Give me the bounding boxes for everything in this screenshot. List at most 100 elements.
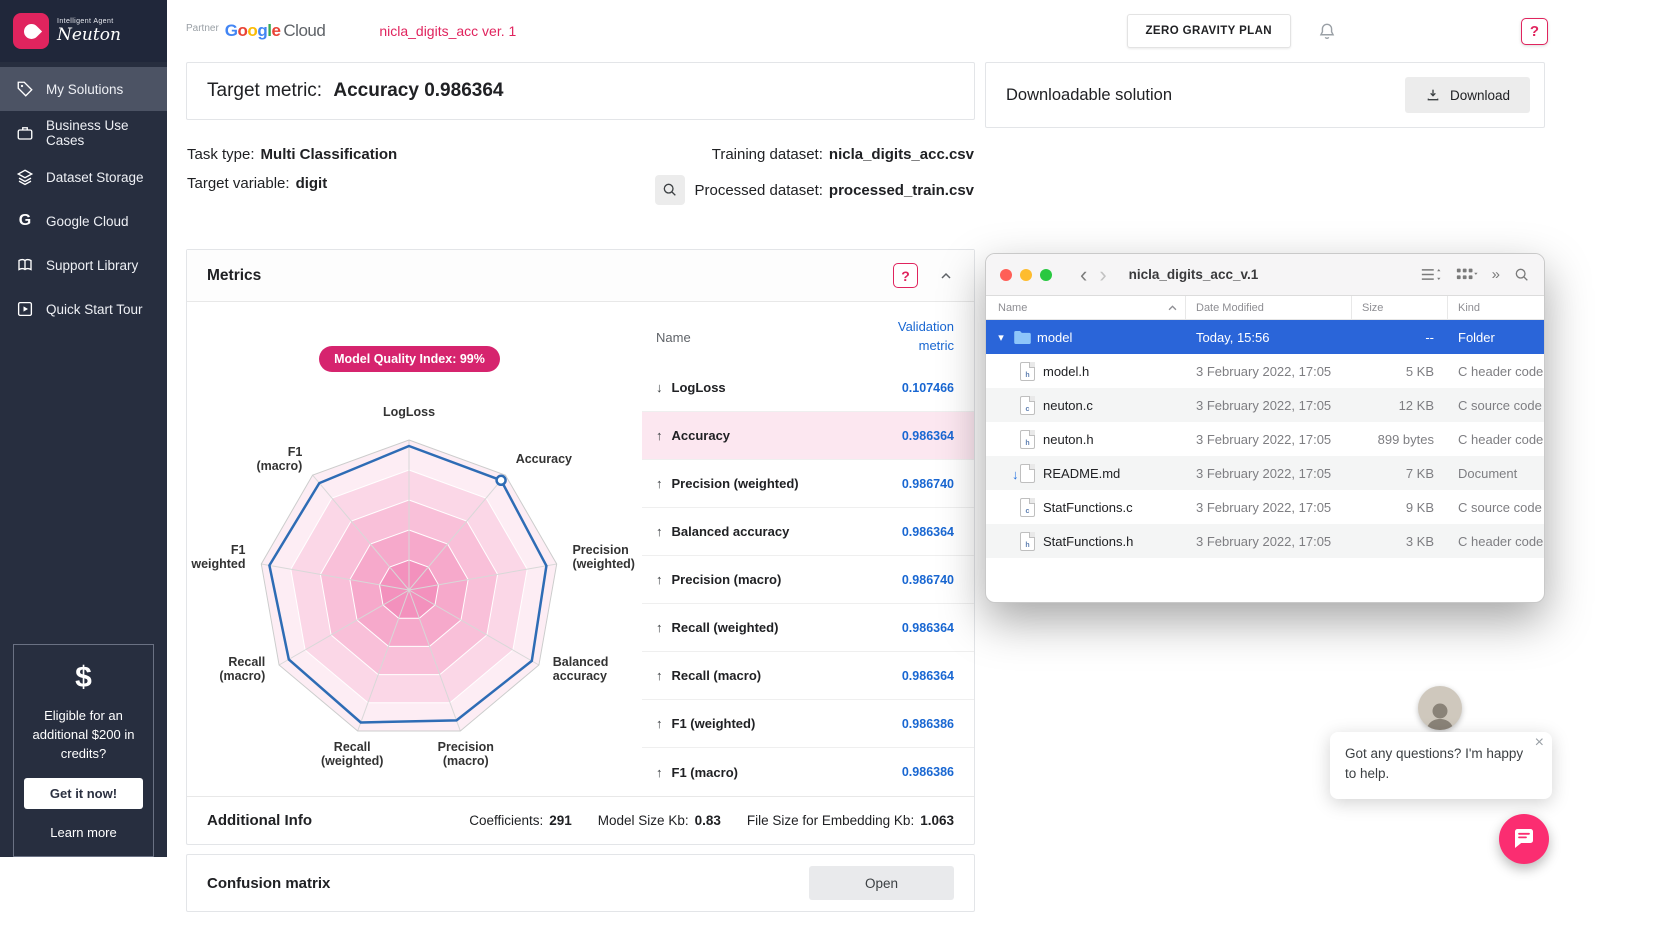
- radar-chart-svg: LogLossAccuracyPrecision(weighted)Balanc…: [187, 382, 632, 782]
- finder-toolbar: ‹ › nicla_digits_acc_v.1 »: [986, 254, 1544, 296]
- file-icon: h: [1020, 532, 1035, 551]
- metric-value: 0.986364: [902, 525, 954, 539]
- sidebar-nav: My Solutions Business Use Cases Dataset …: [0, 67, 167, 331]
- search-dataset-button[interactable]: [655, 175, 685, 205]
- download-badge-icon: ↓: [1012, 467, 1019, 482]
- metric-row[interactable]: ↑Precision (weighted)0.986740: [642, 460, 974, 508]
- sidebar-item-support-library[interactable]: Support Library: [0, 243, 167, 287]
- tag-icon: [15, 79, 35, 99]
- window-zoom-button[interactable]: [1040, 269, 1052, 281]
- metrics-value-header[interactable]: Validation metric: [874, 318, 954, 356]
- download-card: Downloadable solution Download: [985, 62, 1545, 128]
- sidebar: Intelligent Agent Neuton My Solutions Bu…: [0, 0, 167, 857]
- chat-bubble: × Got any questions? I'm happy to help.: [1330, 732, 1552, 799]
- help-button[interactable]: ?: [1521, 18, 1548, 45]
- bell-icon[interactable]: [1317, 21, 1337, 41]
- learn-more-link[interactable]: Learn more: [24, 825, 143, 840]
- metric-direction-icon: ↑: [656, 716, 663, 731]
- file-icon: c: [1020, 396, 1035, 415]
- metric-name: F1 (weighted): [672, 716, 756, 731]
- forward-chevron-icon[interactable]: ›: [1093, 264, 1112, 286]
- file-date: 3 February 2022, 17:05: [1186, 364, 1352, 379]
- disclosure-triangle-icon[interactable]: ▾: [994, 331, 1008, 344]
- toolbar-overflow-icon[interactable]: »: [1492, 266, 1500, 283]
- metric-direction-icon: ↑: [656, 524, 663, 539]
- finder-search-icon[interactable]: [1514, 267, 1530, 283]
- file-date: 3 February 2022, 17:05: [1186, 432, 1352, 447]
- chat-launcher-button[interactable]: [1499, 814, 1549, 864]
- finder-row-file[interactable]: ↓README.md 3 February 2022, 17:05 7 KB D…: [986, 456, 1544, 490]
- window-close-button[interactable]: [1000, 269, 1012, 281]
- metric-name: Recall (macro): [672, 668, 762, 683]
- sidebar-item-label: My Solutions: [46, 82, 123, 97]
- column-header-date[interactable]: Date Modified: [1186, 296, 1352, 319]
- metric-row[interactable]: ↑Recall (weighted)0.986364: [642, 604, 974, 652]
- sidebar-item-google-cloud[interactable]: G Google Cloud: [0, 199, 167, 243]
- finder-row-file[interactable]: hStatFunctions.h 3 February 2022, 17:05 …: [986, 524, 1544, 558]
- file-size: 5 KB: [1352, 364, 1448, 379]
- play-icon: [15, 299, 35, 319]
- finder-row-file[interactable]: cStatFunctions.c 3 February 2022, 17:05 …: [986, 490, 1544, 524]
- file-name: model: [1037, 330, 1072, 345]
- file-size-label: File Size for Embedding Kb:: [747, 813, 914, 828]
- google-g-icon: G: [15, 211, 35, 231]
- close-icon[interactable]: ×: [1535, 734, 1544, 752]
- metrics-title: Metrics: [207, 267, 261, 285]
- file-icon: h: [1020, 362, 1035, 381]
- file-kind: C header code: [1448, 534, 1544, 549]
- svg-text:Accuracy: Accuracy: [516, 452, 572, 466]
- open-confusion-matrix-button[interactable]: Open: [809, 866, 954, 900]
- metric-row[interactable]: ↑Accuracy0.986364: [642, 412, 974, 460]
- metrics-name-header[interactable]: Name: [656, 330, 691, 345]
- sidebar-item-my-solutions[interactable]: My Solutions: [0, 67, 167, 111]
- metric-direction-icon: ↑: [656, 428, 663, 443]
- metric-row[interactable]: ↓LogLoss0.107466: [642, 364, 974, 412]
- sidebar-item-quick-start-tour[interactable]: Quick Start Tour: [0, 287, 167, 331]
- collapse-chevron-icon[interactable]: [938, 268, 954, 284]
- column-header-name[interactable]: Name: [986, 296, 1186, 319]
- target-metric-value: Accuracy 0.986364: [333, 80, 503, 101]
- metric-row[interactable]: ↑ F1 (weighted) 0.986386: [642, 700, 974, 748]
- metric-row[interactable]: ↑Balanced accuracy0.986364: [642, 508, 974, 556]
- column-header-size[interactable]: Size: [1352, 296, 1448, 319]
- group-view-icon[interactable]: [1456, 267, 1478, 282]
- target-metric-label: Target metric:: [207, 80, 322, 101]
- metric-direction-icon: ↑: [656, 572, 663, 587]
- plan-button[interactable]: ZERO GRAVITY PLAN: [1127, 14, 1292, 48]
- target-variable-value: digit: [296, 175, 328, 192]
- finder-row-file[interactable]: hneuton.h 3 February 2022, 17:05 899 byt…: [986, 422, 1544, 456]
- file-size: 899 bytes: [1352, 432, 1448, 447]
- metric-row[interactable]: ↑Recall (macro)0.986364: [642, 652, 974, 700]
- metric-row[interactable]: ↑F1 (macro)0.986386: [642, 748, 974, 796]
- svg-text:Precision(weighted): Precision(weighted): [572, 543, 635, 571]
- metrics-help-button[interactable]: ?: [893, 263, 918, 288]
- metric-value: 0.986386: [902, 717, 954, 731]
- file-kind: Document: [1448, 466, 1544, 481]
- finder-row-file[interactable]: hmodel.h 3 February 2022, 17:05 5 KB C h…: [986, 354, 1544, 388]
- file-icon: h: [1020, 430, 1035, 449]
- list-view-icon[interactable]: [1420, 267, 1442, 282]
- top-header: Partner GoogleCloud nicla_digits_acc ver…: [167, 0, 1679, 62]
- file-name: README.md: [1043, 466, 1120, 481]
- get-it-now-button[interactable]: Get it now!: [24, 778, 143, 809]
- partner-label: Partner: [186, 23, 219, 34]
- column-header-kind[interactable]: Kind: [1448, 296, 1544, 319]
- sidebar-item-business-use-cases[interactable]: Business Use Cases: [0, 111, 167, 155]
- file-date: 3 February 2022, 17:05: [1186, 500, 1352, 515]
- file-kind: C source code: [1448, 500, 1544, 515]
- metric-value: 0.986740: [902, 477, 954, 491]
- layers-icon: [15, 167, 35, 187]
- download-button[interactable]: Download: [1405, 77, 1530, 113]
- brand-tagline: Intelligent Agent: [57, 18, 121, 25]
- file-name: StatFunctions.c: [1043, 500, 1133, 515]
- window-minimize-button[interactable]: [1020, 269, 1032, 281]
- metric-value: 0.986364: [902, 669, 954, 683]
- file-name: neuton.c: [1043, 398, 1093, 413]
- file-size: 9 KB: [1352, 500, 1448, 515]
- sort-caret-icon: [1168, 305, 1177, 311]
- finder-row-model[interactable]: ▾model Today, 15:56 -- Folder: [986, 320, 1544, 354]
- back-chevron-icon[interactable]: ‹: [1074, 264, 1093, 286]
- metric-row[interactable]: ↑Precision (macro)0.986740: [642, 556, 974, 604]
- sidebar-item-dataset-storage[interactable]: Dataset Storage: [0, 155, 167, 199]
- finder-row-file[interactable]: cneuton.c 3 February 2022, 17:05 12 KB C…: [986, 388, 1544, 422]
